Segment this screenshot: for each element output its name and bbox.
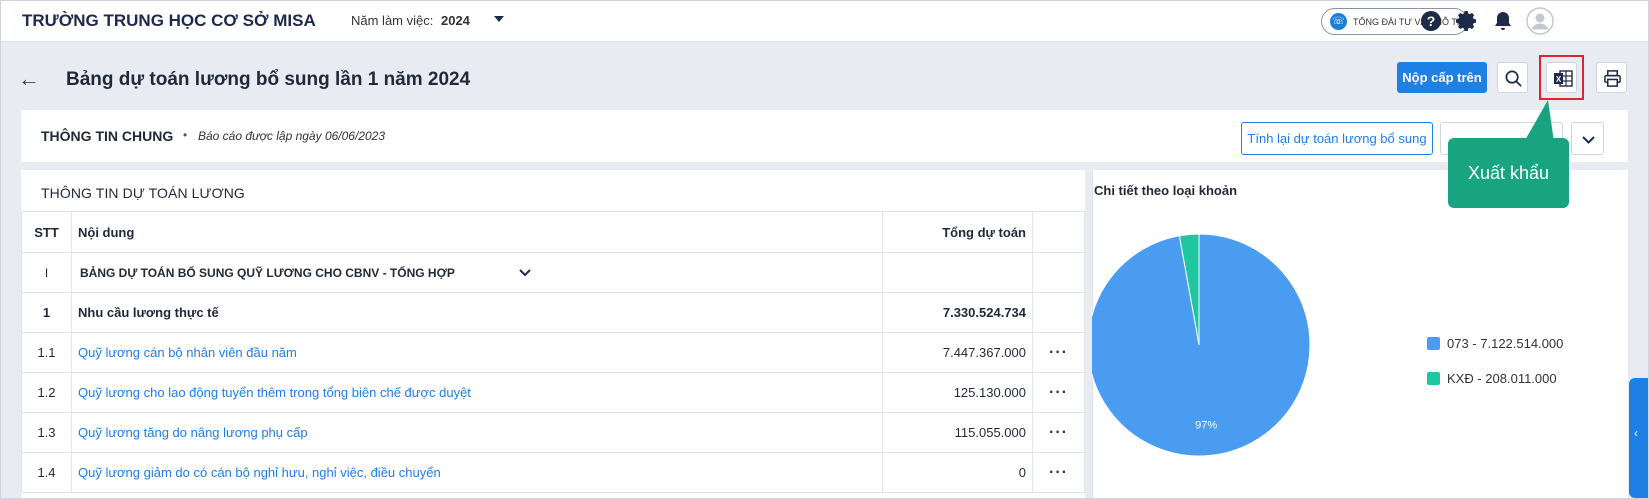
group-label: BẢNG DỰ TOÁN BỔ SUNG QUỸ LƯƠNG CHO CBNV … (79, 265, 455, 280)
excel-icon: X (1554, 70, 1573, 87)
row-stt: 1.3 (21, 412, 72, 453)
bell-icon[interactable] (1491, 9, 1515, 33)
hotline-button[interactable]: ☏ TỔNG ĐÀI TƯ VẤN HỖ TRỢ (1321, 8, 1472, 35)
column-header-actions (1032, 211, 1085, 253)
legend-item: 073 - 7.122.514.000 (1427, 336, 1563, 351)
report-created-note: Báo cáo được lập ngày 06/06/2023 (198, 129, 385, 143)
export-excel-button[interactable]: X (1546, 62, 1577, 93)
more-actions-icon[interactable]: ··· (1032, 372, 1085, 413)
expand-button[interactable] (1571, 122, 1604, 155)
chevron-down-icon (1582, 136, 1595, 144)
chevron-down-icon[interactable] (518, 268, 532, 278)
legend-label: KXĐ - 208.011.000 (1447, 371, 1557, 386)
recalculate-button[interactable]: Tính lại dự toán lương bổ sung (1241, 122, 1433, 155)
column-header-stt: STT (21, 211, 72, 253)
row-stt: 1.1 (21, 332, 72, 373)
legend-swatch (1427, 372, 1440, 385)
print-button[interactable] (1596, 62, 1627, 93)
submit-button[interactable]: Nộp cấp trên (1397, 62, 1487, 93)
row-label-link[interactable]: Quỹ lương giảm do có cán bộ nghỉ hưu, ng… (70, 452, 884, 493)
general-info-title: THÔNG TIN CHUNG (41, 128, 174, 144)
row-total: 0 (882, 452, 1033, 493)
legend-label: 073 - 7.122.514.000 (1447, 336, 1564, 351)
year-selector[interactable]: Năm làm việc: 2024 (351, 13, 470, 28)
hotline-label: TỔNG ĐÀI TƯ VẤN HỖ TRỢ (1353, 17, 1472, 27)
svg-text:X: X (1556, 75, 1562, 84)
table-row: 1.1 Quỹ lương cán bộ nhân viên đầu năm 7… (21, 332, 1085, 373)
back-arrow-icon[interactable]: ← (18, 66, 40, 92)
row-label-link[interactable]: Quỹ lương cán bộ nhân viên đầu năm (70, 332, 884, 373)
table-header-row: STT Nội dung Tổng dự toán (21, 211, 1085, 253)
section-stt: 1 (21, 292, 72, 333)
row-total: 125.130.000 (882, 372, 1033, 413)
more-actions-icon[interactable]: ··· (1032, 412, 1085, 453)
row-label-link[interactable]: Quỹ lương tăng do nâng lương phụ cấp (70, 412, 884, 453)
svg-text:?: ? (1427, 13, 1436, 29)
printer-icon (1604, 70, 1621, 87)
group-cell: BẢNG DỰ TOÁN BỔ SUNG QUỸ LƯƠNG CHO CBNV … (70, 252, 884, 293)
column-header-content: Nội dung (70, 211, 884, 253)
group-stt: I (21, 252, 72, 293)
legend-swatch (1427, 337, 1440, 350)
row-stt: 1.2 (21, 372, 72, 413)
group-row[interactable]: I BẢNG DỰ TOÁN BỔ SUNG QUỸ LƯƠNG CHO CBN… (21, 252, 1085, 293)
pie-slice-label: 97% (1195, 420, 1217, 432)
more-actions-icon[interactable]: ··· (1032, 452, 1085, 493)
pie-chart: 97% (1092, 233, 1311, 457)
page-title: Bảng dự toán lương bổ sung lần 1 năm 202… (66, 69, 471, 90)
gear-icon[interactable] (1455, 9, 1479, 33)
school-name: TRƯỜNG TRUNG HỌC CƠ SỞ MISA (22, 11, 316, 30)
row-total: 115.055.000 (882, 412, 1033, 453)
top-bar: TRƯỜNG TRUNG HỌC CƠ SỞ MISA Năm làm việc… (0, 0, 1649, 42)
table-row: 1.3 Quỹ lương tăng do nâng lương phụ cấp… (21, 412, 1085, 453)
table-row: 1.4 Quỹ lương giảm do có cán bộ nghỉ hưu… (21, 452, 1085, 493)
more-actions-icon[interactable]: ··· (1032, 332, 1085, 373)
tooltip-pointer (1524, 100, 1554, 142)
legend-item: KXĐ - 208.011.000 (1427, 371, 1557, 386)
year-value: 2024 (440, 13, 470, 28)
row-stt: 1.4 (21, 452, 72, 493)
column-header-total: Tổng dự toán (882, 211, 1033, 253)
section-row: 1 Nhu cầu lương thực tế 7.330.524.734 (21, 292, 1085, 333)
chevron-down-icon[interactable] (494, 16, 504, 22)
search-icon (1505, 70, 1522, 87)
chevron-left-icon: ‹ (1634, 426, 1638, 440)
phone-icon: ☏ (1330, 13, 1347, 30)
salary-table: STT Nội dung Tổng dự toán I BẢNG DỰ TOÁN… (21, 211, 1085, 493)
export-tooltip: Xuất khẩu (1448, 138, 1569, 208)
avatar-icon[interactable] (1526, 7, 1554, 35)
section-total: 7.330.524.734 (882, 292, 1033, 333)
row-total: 7.447.367.000 (882, 332, 1033, 373)
salary-table-title: THÔNG TIN DỰ TOÁN LƯƠNG (41, 185, 245, 201)
side-panel-toggle[interactable]: ‹ (1629, 378, 1649, 498)
section-label: Nhu cầu lương thực tế (70, 292, 884, 333)
year-label: Năm làm việc: (351, 13, 434, 28)
table-row: 1.2 Quỹ lương cho lao động tuyển thêm tr… (21, 372, 1085, 413)
help-icon[interactable]: ? (1419, 9, 1443, 33)
row-label-link[interactable]: Quỹ lương cho lao động tuyển thêm trong … (70, 372, 884, 413)
search-button[interactable] (1497, 62, 1528, 93)
separator-dot: • (183, 128, 188, 142)
